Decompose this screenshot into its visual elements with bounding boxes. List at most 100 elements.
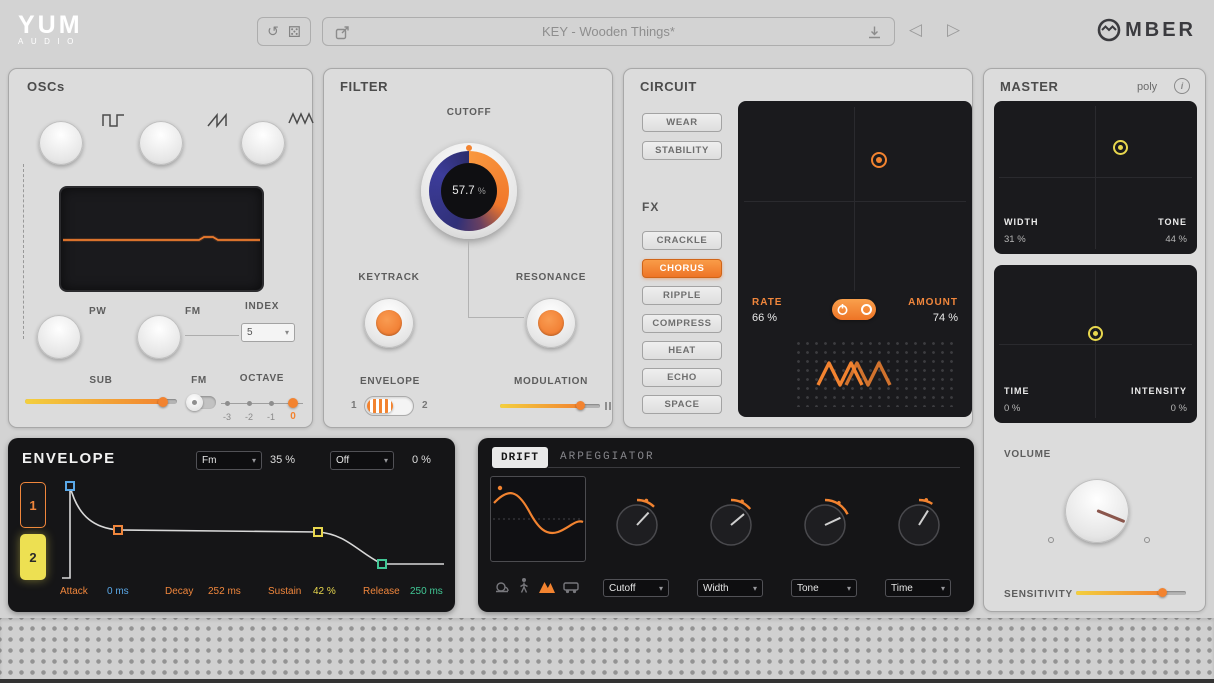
pw-label: PW [89, 306, 107, 317]
fm-toggle[interactable] [186, 396, 216, 409]
octave-value-minus3[interactable]: -3 [219, 412, 235, 422]
pad1-handle[interactable] [1113, 140, 1128, 155]
env-mod2-amount[interactable]: 0 % [412, 454, 431, 466]
volume-knob[interactable] [1065, 479, 1129, 543]
preset-browser-bar[interactable]: KEY - Wooden Things* [322, 17, 895, 46]
tone-value: 44 % [1165, 234, 1187, 245]
voice-mode-label[interactable]: poly [1137, 81, 1157, 93]
envelope-tab-2[interactable]: 2 [20, 534, 46, 580]
xy-pad-handle[interactable] [871, 152, 887, 168]
release-value[interactable]: 250 ms [410, 586, 443, 597]
octave-dot-zero[interactable] [288, 398, 298, 408]
octave-value-minus2[interactable]: -2 [241, 412, 257, 422]
fx-button-space[interactable]: SPACE [642, 395, 722, 414]
drift-knob-4[interactable] [891, 497, 947, 553]
attack-value[interactable]: 0 ms [107, 586, 129, 597]
drift-knob-3[interactable] [797, 497, 853, 553]
env-mod1-select[interactable]: Fm ▾ [196, 451, 262, 470]
envelope-graph[interactable] [56, 472, 448, 584]
sensitivity-slider-thumb[interactable] [1158, 588, 1167, 597]
preset-name[interactable]: KEY - Wooden Things* [323, 24, 894, 39]
decay-handle[interactable] [114, 526, 122, 534]
fx-button-echo[interactable]: ECHO [642, 368, 722, 387]
octave-label: OCTAVE [219, 373, 305, 384]
drift-target-select-4[interactable]: Time ▾ [885, 579, 951, 597]
sustain-value[interactable]: 42 % [313, 586, 336, 597]
drift-mode-mountain-icon[interactable] [538, 578, 556, 594]
fx-button-ripple[interactable]: RIPPLE [642, 286, 722, 305]
octave-dot-minus2[interactable] [247, 401, 252, 406]
time-intensity-pad[interactable]: TIME 0 % INTENSITY 0 % [994, 265, 1197, 423]
octave-value-zero[interactable]: 0 [285, 411, 301, 422]
drift-mode-vehicle-icon[interactable] [562, 578, 580, 594]
fm-knob[interactable] [137, 315, 181, 359]
dice-randomize-icon[interactable]: ⚄ [288, 23, 301, 41]
circuit-title: CIRCUIT [640, 79, 697, 94]
index-select[interactable]: 5 ▾ [241, 323, 295, 342]
osc3-knob[interactable] [241, 121, 285, 165]
env-mod2-select[interactable]: Off ▾ [330, 451, 394, 470]
octave-dot-minus3[interactable] [225, 401, 230, 406]
drift-target-select-3[interactable]: Tone ▾ [791, 579, 857, 597]
master-title: MASTER [1000, 79, 1059, 94]
filter-env-switch[interactable] [364, 396, 414, 416]
cutoff-knob[interactable]: 57.7 % [421, 143, 517, 239]
octave-dot-minus1[interactable] [269, 401, 274, 406]
osc-waveform-display[interactable] [59, 186, 264, 292]
tone-label: TONE [1158, 217, 1187, 227]
resonance-knob[interactable] [526, 298, 576, 348]
drift-target-select-1[interactable]: Cutoff ▾ [603, 579, 669, 597]
env-mod1-value: Fm [202, 455, 216, 466]
fx-power-toggle[interactable] [832, 299, 876, 320]
fx-button-heat[interactable]: HEAT [642, 341, 722, 360]
attack-handle[interactable] [66, 482, 74, 490]
drift-mode-snail-icon[interactable] [494, 578, 510, 594]
stability-button[interactable]: STABILITY [642, 141, 722, 160]
wear-button[interactable]: WEAR [642, 113, 722, 132]
release-handle[interactable] [378, 560, 386, 568]
fx-button-compress[interactable]: COMPRESS [642, 314, 722, 333]
pad2-handle[interactable] [1088, 326, 1103, 341]
envelope-tab-1[interactable]: 1 [20, 482, 46, 528]
octave-value-minus1[interactable]: -1 [263, 412, 279, 422]
env-mod1-amount[interactable]: 35 % [270, 454, 295, 466]
drift-knob-2[interactable] [703, 497, 759, 553]
fx-button-crackle[interactable]: CRACKLE [642, 231, 722, 250]
decay-value[interactable]: 252 ms [208, 586, 241, 597]
fx-button-chorus[interactable]: CHORUS [642, 259, 722, 278]
tab-arpeggiator[interactable]: ARPEGGIATOR [560, 451, 655, 463]
osc2-knob[interactable] [139, 121, 183, 165]
toggle-handle [861, 304, 872, 315]
filter-panel: FILTER CUTOFF 57.7 % KEYTRACK RESONANCE … [323, 68, 613, 428]
drift-wave-display[interactable] [490, 476, 586, 562]
tab-drift[interactable]: DRIFT [492, 447, 548, 468]
drift-mode-walk-icon[interactable] [516, 577, 532, 594]
env-switch-option-2[interactable]: 2 [422, 400, 428, 411]
drift-target-4-value: Time [891, 583, 913, 594]
pw-knob[interactable] [37, 315, 81, 359]
drift-target-select-2[interactable]: Width ▾ [697, 579, 763, 597]
tab-underline [548, 467, 960, 468]
width-tone-pad[interactable]: WIDTH 31 % TONE 44 % [994, 101, 1197, 254]
keytrack-label: KEYTRACK [344, 272, 434, 283]
chevron-down-icon: ▾ [753, 584, 757, 593]
circuit-xy-pad[interactable]: RATE 66 % AMOUNT 74 % [738, 101, 972, 417]
share-icon[interactable] [335, 25, 350, 40]
amount-label: AMOUNT [908, 297, 958, 308]
history-icon[interactable]: ↺ [267, 23, 279, 40]
info-icon[interactable]: i [1174, 78, 1190, 94]
cutoff-unit: % [478, 186, 486, 196]
keytrack-knob[interactable] [364, 298, 414, 348]
save-download-icon[interactable] [867, 25, 882, 40]
prev-preset-icon[interactable]: ◁ [909, 20, 922, 40]
osc1-knob[interactable] [39, 121, 83, 165]
modulation-label: MODULATION [506, 376, 596, 387]
drift-knob-1[interactable] [609, 497, 665, 553]
logo-subtext: AUDIO [18, 37, 83, 46]
sustain-handle[interactable] [314, 528, 322, 536]
next-preset-icon[interactable]: ▷ [947, 20, 960, 40]
env-switch-option-1[interactable]: 1 [351, 400, 357, 411]
modulation-slider-thumb[interactable] [576, 401, 585, 410]
sub-slider-thumb[interactable] [158, 397, 168, 407]
saw-wave-icon [206, 111, 232, 129]
